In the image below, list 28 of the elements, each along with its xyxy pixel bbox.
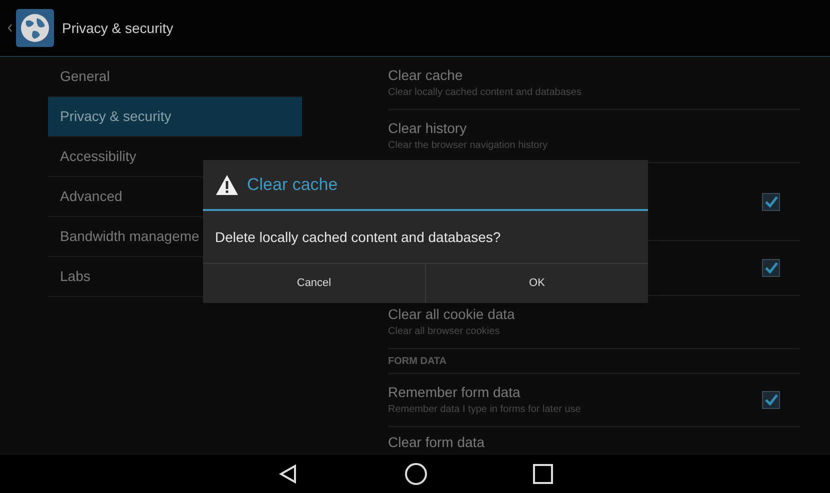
setting-summary: Remember data I type in forms for later use	[388, 403, 582, 417]
section-header: FORM DATA	[388, 355, 447, 369]
checkbox[interactable]	[762, 259, 780, 277]
globe-icon[interactable]	[16, 9, 54, 47]
sidebar-item[interactable]: Privacy & security	[48, 97, 302, 137]
action-bar-title: Privacy & security	[62, 18, 174, 38]
setting-title: Clear cache	[388, 66, 464, 85]
setting-summary: Clear the browser navigation history	[388, 139, 549, 153]
setting-title: Clear history	[388, 119, 468, 138]
dialog-button[interactable]: Cancel	[203, 264, 425, 303]
settings-row[interactable]: Remember form data Remember data I type in forms for later use	[388, 374, 800, 427]
checkmark-icon	[764, 194, 778, 208]
checkbox[interactable]	[762, 391, 780, 409]
setting-title: Clear form data	[388, 432, 486, 452]
settings-row[interactable]: Clear cache Clear locally cached content and databases	[388, 57, 800, 110]
checkmark-icon	[764, 393, 778, 407]
checkmark-icon	[764, 261, 778, 275]
checkbox[interactable]	[762, 192, 780, 210]
dialog-button[interactable]: OK	[425, 264, 648, 303]
setting-summary: Clear all browser cookies	[388, 325, 501, 339]
setting-title: Clear all cookie data	[388, 305, 516, 324]
back-caret-icon[interactable]	[8, 24, 12, 32]
home-icon[interactable]	[404, 462, 428, 486]
recents-icon[interactable]	[533, 464, 553, 484]
setting-title: Remember form data	[388, 383, 522, 402]
warning-icon	[215, 174, 239, 196]
setting-summary: Clear locally cached content and databases	[388, 86, 582, 100]
back-icon[interactable]	[277, 463, 299, 485]
